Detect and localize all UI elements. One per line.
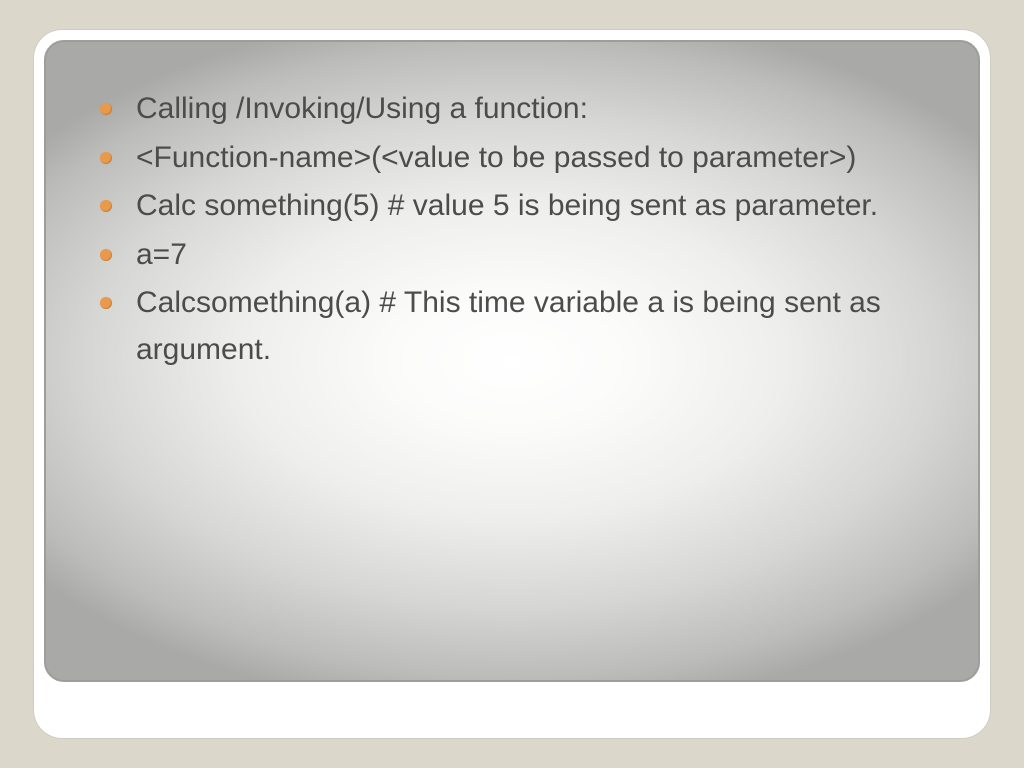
bullet-item: Calcsomething(a) # This time variable a … [106,280,934,373]
bullet-list: Calling /Invoking/Using a function: <Fun… [106,86,934,373]
slide-card: Calling /Invoking/Using a function: <Fun… [34,30,990,738]
slide-content-area: Calling /Invoking/Using a function: <Fun… [44,40,980,682]
bullet-item: <Function-name>(<value to be passed to p… [106,135,934,182]
bullet-item: Calling /Invoking/Using a function: [106,86,934,133]
bullet-item: a=7 [106,232,934,279]
bullet-item: Calc something(5) # value 5 is being sen… [106,183,934,230]
